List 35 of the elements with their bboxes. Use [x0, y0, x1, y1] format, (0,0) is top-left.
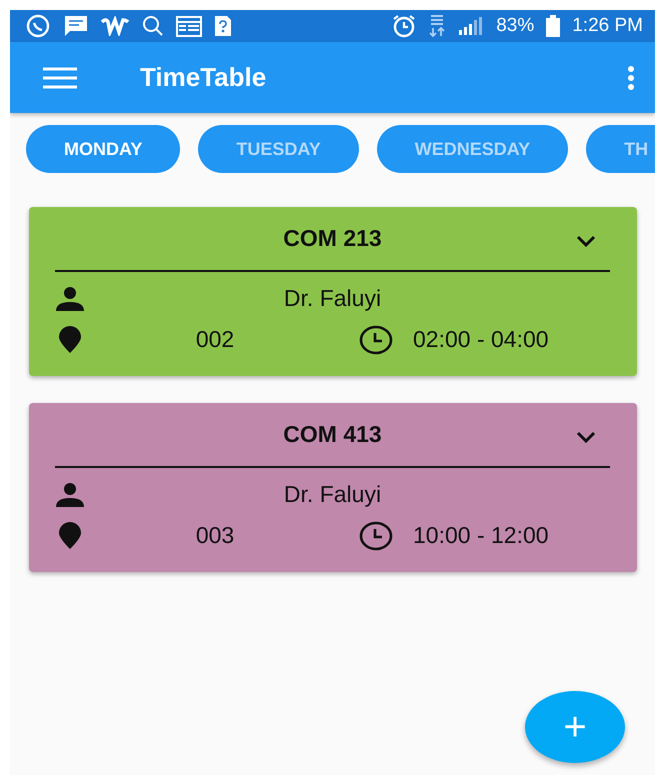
lecturer-name: Dr. Faluyi: [282, 285, 382, 312]
chevron-down-icon[interactable]: [576, 431, 596, 443]
clock-icon: [359, 520, 393, 550]
clock-icon: [359, 324, 393, 354]
course-title: COM 213: [283, 225, 382, 252]
help-document-icon: [214, 15, 232, 37]
menu-icon[interactable]: [42, 66, 78, 88]
class-card[interactable]: COM 413 Dr. Faluyi 003 10:00 - 12:00: [29, 403, 637, 572]
course-title: COM 413: [283, 421, 382, 448]
day-tab[interactable]: MONDAY: [26, 125, 180, 173]
add-button[interactable]: +: [525, 691, 625, 763]
person-icon: [55, 482, 85, 506]
calendar-icon: [176, 15, 202, 37]
day-tab[interactable]: TH: [586, 125, 655, 173]
data-transfer-icon: [428, 14, 446, 38]
class-time: 10:00 - 12:00: [413, 522, 549, 549]
person-icon: [55, 286, 85, 310]
clock-time: 1:26 PM: [572, 15, 643, 37]
day-tab[interactable]: TUESDAY: [198, 125, 359, 173]
more-options-icon[interactable]: [627, 66, 635, 90]
signal-icon: [458, 16, 484, 36]
battery-icon: [546, 15, 560, 37]
class-card[interactable]: COM 213 Dr. Faluyi 002 02:00 - 04:00: [29, 207, 637, 376]
search-icon: [142, 15, 164, 37]
alarm-clock-icon: [392, 14, 416, 38]
app-title: TimeTable: [140, 62, 268, 93]
room-number: 003: [194, 522, 236, 549]
w-logo-icon: [100, 16, 130, 36]
message-icon: [64, 15, 88, 37]
room-number: 002: [194, 326, 236, 353]
chevron-down-icon[interactable]: [576, 235, 596, 247]
lecturer-name: Dr. Faluyi: [282, 481, 382, 508]
day-tab[interactable]: WEDNESDAY: [376, 125, 568, 173]
class-time: 02:00 - 04:00: [413, 326, 549, 353]
battery-percent: 83%: [496, 15, 534, 37]
